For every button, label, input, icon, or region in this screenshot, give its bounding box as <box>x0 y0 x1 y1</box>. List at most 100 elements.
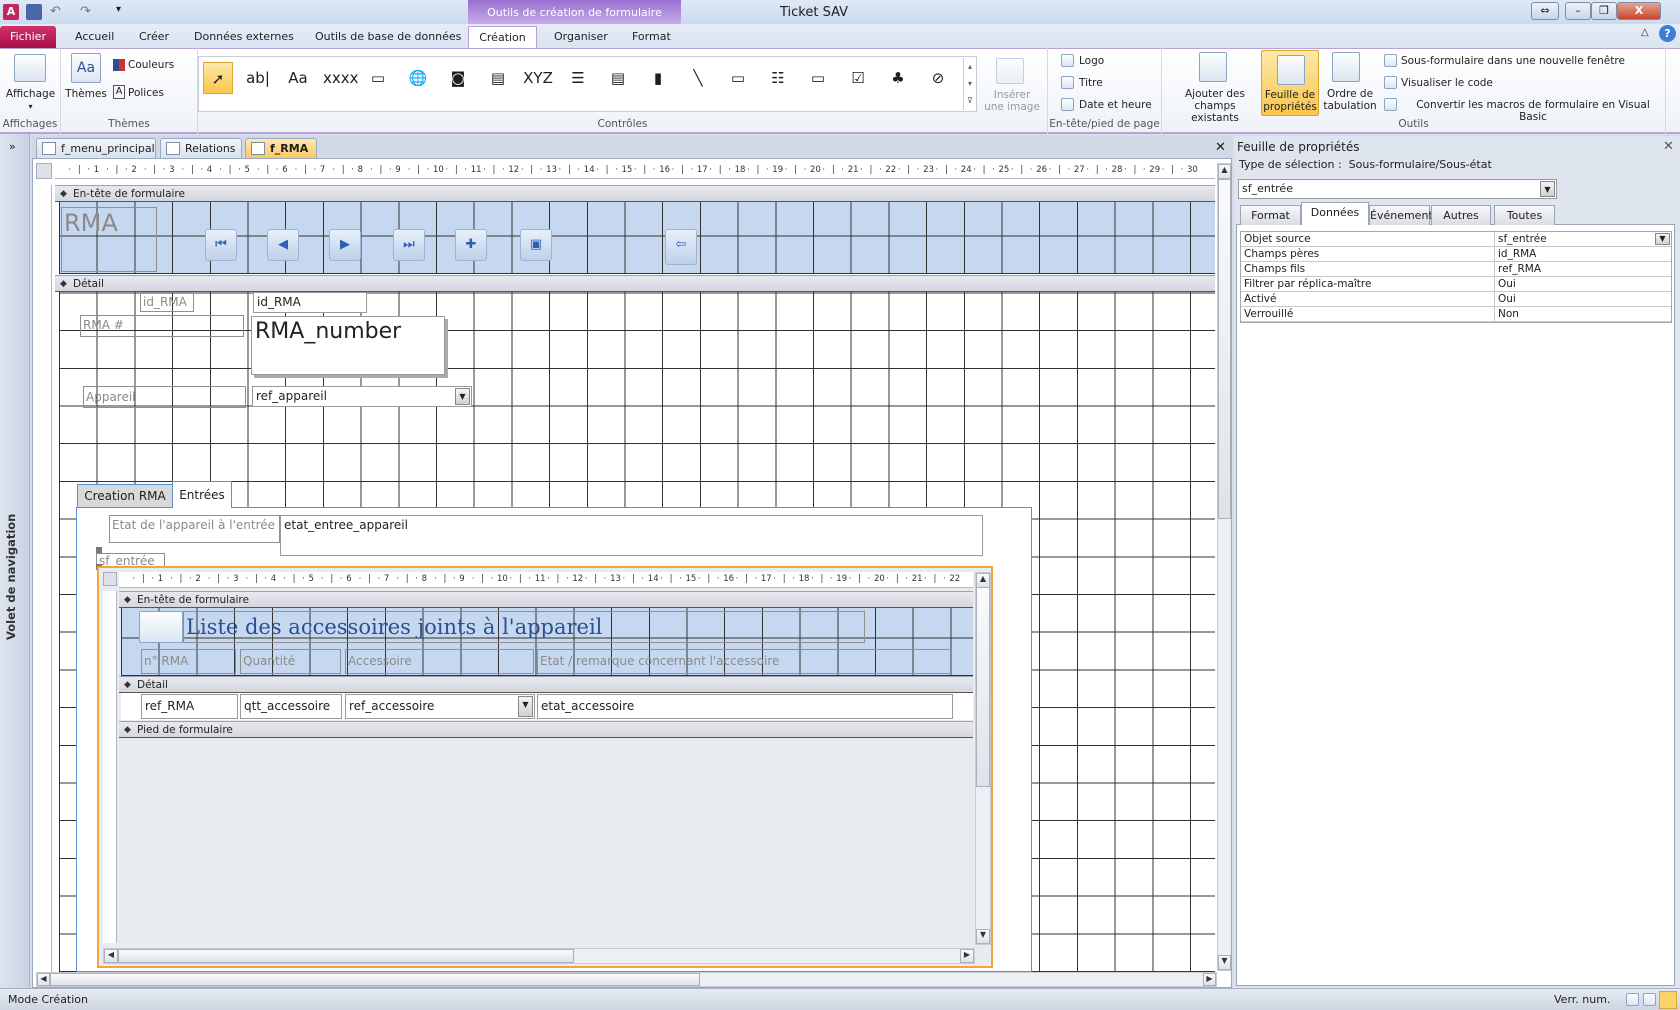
tab-order-button[interactable]: Ordre de tabulation <box>1322 88 1378 112</box>
unbound-object-icon[interactable]: ♣ <box>883 62 913 94</box>
tab-creation[interactable]: Création <box>468 26 537 48</box>
appareil-label[interactable]: Appareil <box>83 386 246 408</box>
prop-tab-format[interactable]: Format <box>1240 205 1301 225</box>
tab-creer[interactable]: Créer <box>137 26 171 48</box>
column-label-etat[interactable]: Etat / remarque concernant l'accessoire <box>537 649 952 674</box>
expand-nav-icon[interactable]: » <box>9 140 16 153</box>
property-value[interactable]: Oui <box>1495 277 1671 291</box>
doc-tab-f-rma[interactable]: f_RMA <box>245 138 317 158</box>
gallery-scroll[interactable]: ▴ ▾ ⊽ <box>963 58 976 110</box>
scroll-thumb[interactable] <box>1218 179 1231 519</box>
label-icon[interactable]: Aa <box>283 62 313 94</box>
column-label-rma[interactable]: n° RMA <box>141 649 236 674</box>
prop-tab-toutes[interactable]: Toutes <box>1494 205 1555 225</box>
last-record-icon[interactable]: ⏭ <box>393 229 425 261</box>
tab-outils-bdd[interactable]: Outils de base de données <box>313 26 463 48</box>
themes-button[interactable]: Thèmes <box>65 88 107 100</box>
rectangle-icon[interactable]: ▭ <box>803 62 833 94</box>
close-document-icon[interactable]: ✕ <box>1215 140 1226 155</box>
close-window-button[interactable]: X <box>1617 2 1661 20</box>
list-box-icon[interactable]: ☷ <box>763 62 793 94</box>
property-row[interactable]: Champs fils ref_RMA <box>1241 262 1671 277</box>
chart-icon[interactable]: ▮ <box>643 62 673 94</box>
first-record-icon[interactable]: ⏮ <box>205 229 237 261</box>
attachment-icon[interactable]: ⊘ <box>923 62 953 94</box>
line-icon[interactable]: ╲ <box>683 62 713 94</box>
prop-tab-donnees[interactable]: Données <box>1301 202 1369 225</box>
horizontal-scrollbar[interactable]: ◀ ▶ <box>36 972 1217 987</box>
appareil-combo[interactable]: ref_appareil ▼ <box>252 386 472 407</box>
customize-toolbar-icon[interactable]: ▾ <box>116 4 132 20</box>
tab-fichier[interactable]: Fichier <box>0 26 56 48</box>
subform-section-footer[interactable]: Pied de formulaire <box>119 721 973 738</box>
doc-tab-f-menu-principal[interactable]: f_menu_principal <box>36 138 156 158</box>
textbox-icon[interactable]: ab| <box>243 62 273 94</box>
doc-tab-relations[interactable]: Relations <box>160 138 242 158</box>
affichage-button[interactable]: Affichage <box>0 88 61 100</box>
subform-control[interactable]: 1 · | · 2 · | · 3 · | · 4 · | · 5 · | · 6 · | · 7 · | · 8 · | · 9 · | · 10 · |… <box>97 566 993 968</box>
subform-section-detail[interactable]: Détail <box>119 676 973 693</box>
form-view-icon[interactable] <box>1626 993 1639 1006</box>
close-property-sheet-icon[interactable]: ✕ <box>1663 139 1674 154</box>
scroll-thumb[interactable] <box>976 587 990 787</box>
select-pointer-icon[interactable]: ➚ <box>203 62 233 94</box>
dropdown-arrow-icon[interactable]: ▼ <box>1655 233 1670 245</box>
hyperlink-icon[interactable]: 🌐 <box>403 62 433 94</box>
page-break-icon[interactable]: ☰ <box>563 62 593 94</box>
title-button[interactable]: Titre <box>1079 77 1103 89</box>
property-sheet-button[interactable]: Feuille de propriétés <box>1261 50 1319 116</box>
dropdown-arrow-icon[interactable]: ▼ <box>1540 181 1555 197</box>
tab-control-icon[interactable]: ▭ <box>363 62 393 94</box>
dropdown-arrow-icon[interactable]: ▼ <box>518 696 533 717</box>
design-view-icon[interactable] <box>1659 991 1677 1009</box>
subform-selector[interactable] <box>103 572 117 586</box>
rma-number-label[interactable]: RMA # <box>80 315 244 337</box>
property-row[interactable]: Champs pères id_RMA <box>1241 247 1671 262</box>
tab-entrees[interactable]: Entrées <box>172 481 232 508</box>
resize-icon[interactable]: ⇔ <box>1531 2 1559 20</box>
tab-organiser[interactable]: Organiser <box>552 26 610 48</box>
scroll-thumb[interactable] <box>118 949 574 963</box>
minimize-button[interactable]: – <box>1565 2 1591 20</box>
field-etat-accessoire[interactable]: etat_accessoire <box>537 694 953 719</box>
form-title-label[interactable]: RMA <box>61 207 157 272</box>
move-handle[interactable] <box>96 547 102 553</box>
fonts-button[interactable]: Polices <box>128 87 164 99</box>
tab-donnees-externes[interactable]: Données externes <box>192 26 296 48</box>
etat-entree-label[interactable]: Etat de l'appareil à l'entrée <box>109 515 280 543</box>
help-icon[interactable]: ? <box>1659 25 1676 42</box>
tab-accueil[interactable]: Accueil <box>73 26 116 48</box>
form-selector[interactable] <box>36 163 52 179</box>
etat-entree-field[interactable]: etat_entree_appareil <box>280 515 983 556</box>
object-selector[interactable]: sf_entrée ▼ <box>1238 179 1557 199</box>
scroll-down-icon[interactable]: ▼ <box>1218 955 1231 970</box>
layout-view-icon[interactable] <box>1643 993 1656 1006</box>
property-value[interactable]: Non <box>1495 307 1671 321</box>
property-row[interactable]: Verrouillé Non <box>1241 307 1671 322</box>
prop-tab-evenement[interactable]: Événement <box>1369 205 1433 225</box>
navigation-pane-label[interactable]: Volet de navigation <box>4 514 18 640</box>
id-rma-field[interactable]: id_RMA <box>253 292 367 313</box>
tab-creation-rma[interactable]: Creation RMA <box>77 484 173 507</box>
subform-horizontal-scrollbar[interactable]: ◀ ▶ <box>103 948 975 964</box>
tab-format[interactable]: Format <box>630 26 673 48</box>
section-form-header[interactable]: En-tête de formulaire <box>55 185 1215 202</box>
close-form-icon[interactable]: ⇦ <box>665 229 697 265</box>
column-label-accessoire[interactable]: Accessoire <box>345 649 534 674</box>
toggle-button-icon[interactable]: ▭ <box>723 62 753 94</box>
previous-record-icon[interactable]: ◀ <box>267 229 299 261</box>
column-label-quantite[interactable]: Quantité <box>240 649 341 674</box>
property-value[interactable]: ref_RMA <box>1495 262 1671 276</box>
property-value[interactable]: id_RMA <box>1495 247 1671 261</box>
scroll-right-icon[interactable]: ▶ <box>1203 973 1216 986</box>
combo-box-icon[interactable]: ▤ <box>603 62 633 94</box>
scroll-left-icon[interactable]: ◀ <box>104 949 118 963</box>
view-code-button[interactable]: Visualiser le code <box>1401 77 1493 89</box>
scroll-left-icon[interactable]: ◀ <box>37 973 50 986</box>
minimize-ribbon-icon[interactable]: △ <box>1641 27 1649 38</box>
subform-section-header[interactable]: En-tête de formulaire <box>119 591 973 608</box>
redo-icon[interactable]: ↷ <box>80 4 96 20</box>
option-group-icon[interactable]: XYZ <box>523 62 553 94</box>
property-row[interactable]: Activé Oui <box>1241 292 1671 307</box>
checkbox-icon[interactable]: ☑ <box>843 62 873 94</box>
